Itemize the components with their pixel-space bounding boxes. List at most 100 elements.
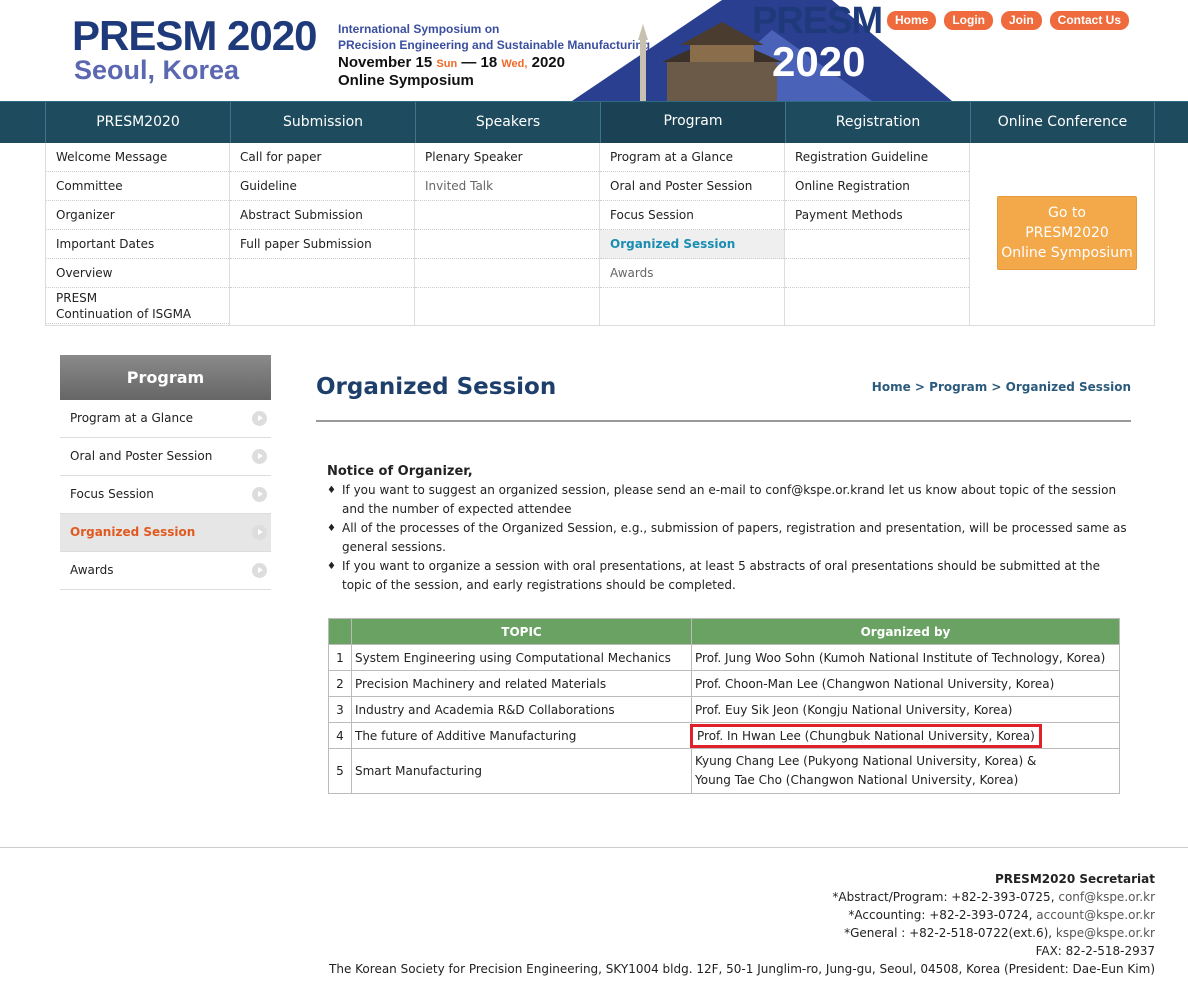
mega-col-submission: Call for paper Guideline Abstract Submis… — [230, 143, 415, 325]
col-header-number — [328, 618, 352, 645]
home-link[interactable]: Home — [887, 11, 937, 30]
table-row: 2 Precision Machinery and related Materi… — [328, 670, 1120, 697]
sidebar: Program Program at a Glance Oral and Pos… — [60, 355, 271, 590]
row-topic: The future of Additive Manufacturing — [351, 722, 692, 749]
menu-blank — [415, 201, 599, 230]
mega-col-program: Program at a Glance Oral and Poster Sess… — [600, 143, 785, 325]
sidebar-item-organized-session[interactable]: Organized Session — [60, 514, 271, 552]
goto-online-symposium-button[interactable]: Go to PRESM2020 Online Symposium — [997, 196, 1137, 270]
menu-payment-methods[interactable]: Payment Methods — [785, 201, 969, 230]
row-topic: Industry and Academia R&D Collaborations — [351, 696, 692, 723]
menu-welcome-message[interactable]: Welcome Message — [46, 143, 229, 172]
menu-invited-talk[interactable]: Invited Talk — [415, 172, 599, 201]
menu-blank — [785, 230, 969, 259]
menu-presm-isgma[interactable]: PRESM Continuation of ISGMA — [46, 288, 229, 324]
menu-blank — [785, 259, 969, 288]
breadcrumb-home[interactable]: Home — [872, 380, 911, 394]
footer-phone: *Abstract/Program: +82-2-393-0725, — [832, 890, 1055, 904]
menu-full-paper-submission[interactable]: Full paper Submission — [230, 230, 414, 259]
menu-focus-session[interactable]: Focus Session — [600, 201, 784, 230]
row-organizer: Kyung Chang Lee (Pukyong National Univer… — [691, 748, 1120, 794]
menu-abstract-submission[interactable]: Abstract Submission — [230, 201, 414, 230]
footer-email[interactable]: conf@kspe.or.kr — [1058, 890, 1155, 904]
menu-program-at-a-glance[interactable]: Program at a Glance — [600, 143, 784, 172]
organizer-line2: Young Tae Cho (Changwon National Univers… — [695, 773, 1019, 787]
menu-call-for-paper[interactable]: Call for paper — [230, 143, 414, 172]
menu-overview[interactable]: Overview — [46, 259, 229, 288]
menu-awards[interactable]: Awards — [600, 259, 784, 288]
table-row: 3 Industry and Academia R&D Collaboratio… — [328, 696, 1120, 723]
sidebar-item-program-at-a-glance[interactable]: Program at a Glance — [60, 400, 271, 438]
col-header-organized-by: Organized by — [691, 618, 1120, 645]
highlight-box: Prof. In Hwan Lee (Chungbuk National Uni… — [690, 723, 1042, 748]
footer: PRESM2020 Secretariat *Abstract/Program:… — [329, 870, 1155, 978]
dow-end: Wed, — [501, 58, 528, 70]
row-topic: Smart Manufacturing — [351, 748, 692, 794]
dow-start: Sun — [436, 58, 458, 70]
top-links: Home Login Join Contact Us — [887, 11, 1130, 30]
sidebar-item-focus-session[interactable]: Focus Session — [60, 476, 271, 514]
footer-phone: *Accounting: +82-2-393-0724, — [848, 908, 1033, 922]
goto-line1: Go to — [1048, 205, 1086, 221]
contact-us-link[interactable]: Contact Us — [1049, 11, 1130, 30]
banner-text-presm: PRESM — [752, 0, 883, 42]
menu-presm-line1: PRESM — [56, 291, 98, 305]
menu-committee[interactable]: Committee — [46, 172, 229, 201]
logo-subtitle: Seoul, Korea — [74, 55, 240, 85]
date-year: 2020 — [531, 54, 565, 71]
sidebar-item-label: Focus Session — [70, 487, 154, 501]
nav-registration[interactable]: Registration — [785, 102, 970, 143]
title-divider — [316, 420, 1131, 422]
menu-blank — [230, 259, 414, 288]
sidebar-item-label: Program at a Glance — [70, 411, 194, 425]
row-number: 1 — [328, 644, 352, 671]
col-header-topic: TOPIC — [351, 618, 692, 645]
notice-item: All of the processes of the Organized Se… — [327, 519, 1127, 557]
nav-program[interactable]: Program — [600, 102, 785, 143]
menu-blank — [415, 259, 599, 288]
menu-online-registration[interactable]: Online Registration — [785, 172, 969, 201]
row-topic: Precision Machinery and related Material… — [351, 670, 692, 697]
sidebar-item-oral-poster-session[interactable]: Oral and Poster Session — [60, 438, 271, 476]
breadcrumb-program[interactable]: Program — [929, 380, 987, 394]
row-number: 2 — [328, 670, 352, 697]
nav-speakers[interactable]: Speakers — [415, 102, 600, 143]
menu-blank — [415, 230, 599, 259]
menu-organizer[interactable]: Organizer — [46, 201, 229, 230]
row-number: 4 — [328, 722, 352, 749]
nav-presm2020[interactable]: PRESM2020 — [45, 102, 230, 143]
login-link[interactable]: Login — [944, 11, 993, 30]
sidebar-item-label: Organized Session — [70, 525, 196, 539]
menu-oral-poster-session[interactable]: Oral and Poster Session — [600, 172, 784, 201]
arrow-right-icon — [252, 487, 267, 502]
menu-presm-line2: Continuation of ISGMA — [56, 307, 192, 321]
footer-email[interactable]: account@kspe.or.kr — [1036, 908, 1155, 922]
menu-important-dates[interactable]: Important Dates — [46, 230, 229, 259]
mega-col-online: Go to PRESM2020 Online Symposium — [970, 143, 1155, 325]
main-nav: PRESM2020 Submission Speakers Program Re… — [0, 101, 1188, 143]
sidebar-item-label: Oral and Poster Session — [70, 449, 213, 463]
nav-submission[interactable]: Submission — [230, 102, 415, 143]
notice-item: If you want to suggest an organized sess… — [327, 481, 1127, 519]
sidebar-item-label: Awards — [70, 563, 114, 577]
footer-divider — [0, 847, 1188, 848]
menu-organized-session[interactable]: Organized Session — [600, 230, 784, 259]
join-link[interactable]: Join — [1001, 11, 1042, 30]
footer-line-accounting: *Accounting: +82-2-393-0724, account@ksp… — [329, 906, 1155, 924]
logo-title[interactable]: PRESM 2020 — [72, 12, 317, 60]
sidebar-item-awards[interactable]: Awards — [60, 552, 271, 590]
menu-registration-guideline[interactable]: Registration Guideline — [785, 143, 969, 172]
notice-heading: Notice of Organizer, — [327, 464, 473, 479]
menu-plenary-speaker[interactable]: Plenary Speaker — [415, 143, 599, 172]
footer-email[interactable]: kspe@kspe.or.kr — [1056, 926, 1155, 940]
menu-guideline[interactable]: Guideline — [230, 172, 414, 201]
goto-line2: PRESM2020 — [1025, 225, 1109, 241]
nav-online-conference[interactable]: Online Conference — [970, 102, 1155, 143]
arrow-right-icon — [252, 525, 267, 540]
arrow-right-icon — [252, 449, 267, 464]
banner-text-year: 2020 — [772, 38, 866, 85]
breadcrumb-current[interactable]: Organized Session — [1006, 380, 1131, 394]
table-row: 5 Smart Manufacturing Kyung Chang Lee (P… — [328, 748, 1120, 794]
row-topic: System Engineering using Computational M… — [351, 644, 692, 671]
breadcrumb-sep: > — [914, 380, 925, 394]
